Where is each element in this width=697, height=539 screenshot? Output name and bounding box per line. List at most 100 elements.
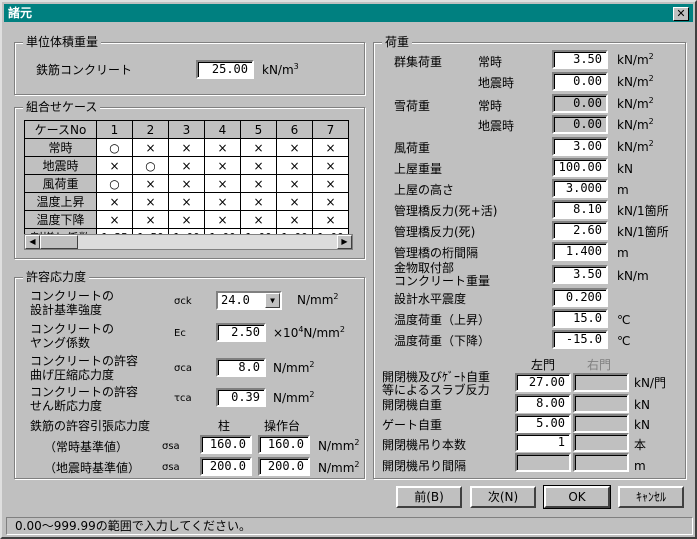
seismic-input[interactable]: 0.200 <box>552 288 608 307</box>
combo-cell[interactable]: × <box>204 210 241 229</box>
snow-eq-input[interactable]: 0.00 <box>552 115 608 134</box>
combo-cell[interactable]: ○ <box>96 138 133 157</box>
rc-weight-input[interactable]: 25.00 <box>196 60 254 79</box>
combo-cell[interactable]: × <box>312 192 349 211</box>
sca-input[interactable]: 8.0 <box>216 358 266 377</box>
bridge-rx-dead-input[interactable]: 2.60 <box>552 221 608 240</box>
combo-cell[interactable]: × <box>132 192 169 211</box>
allowable-stress-title: 許容応力度 <box>23 270 90 284</box>
hoist-count-unit: 本 <box>634 438 647 452</box>
combo-cell[interactable]: × <box>240 138 277 157</box>
combo-hscrollbar[interactable]: ◀ ▶ <box>24 234 353 250</box>
eq-col-input[interactable]: 200.0 <box>200 457 252 476</box>
combo-cell[interactable]: × <box>204 138 241 157</box>
fitting-input[interactable]: 3.50 <box>552 265 608 284</box>
snow-eq-label: 地震時 <box>478 119 515 133</box>
combo-row: 温度上昇 × × × × × × × <box>24 192 349 211</box>
combo-cell[interactable]: × <box>240 174 277 193</box>
chevron-down-icon[interactable]: ▼ <box>265 293 280 308</box>
ec-label-1: コンクリートの <box>30 322 115 336</box>
fck-select[interactable]: 24.0 ▼ <box>216 291 282 310</box>
snow-normal-label: 常時 <box>478 99 503 113</box>
eq-deck-input[interactable]: 200.0 <box>258 457 310 476</box>
cancel-button[interactable]: ｷｬﾝｾﾙ <box>618 486 684 508</box>
slab-left-input[interactable]: 27.00 <box>515 373 571 392</box>
steel-label: 鉄筋の許容引張応力度 <box>30 419 151 433</box>
combo-cell[interactable]: × <box>132 210 169 229</box>
combo-cell[interactable]: × <box>168 210 205 229</box>
combo-cell[interactable]: × <box>168 138 205 157</box>
hoist-weight-left-input[interactable]: 8.00 <box>515 394 571 413</box>
combo-cell[interactable]: × <box>312 174 349 193</box>
combo-cell[interactable]: × <box>276 210 313 229</box>
girder-spacing-unit: m <box>617 246 629 260</box>
combo-cell[interactable]: × <box>276 138 313 157</box>
tca-input[interactable]: 0.39 <box>216 388 266 407</box>
prev-button[interactable]: 前(B) <box>396 486 462 508</box>
upper-weight-input[interactable]: 100.00 <box>552 158 608 177</box>
upper-height-label: 上屋の高さ <box>394 183 455 197</box>
crowd-eq-input[interactable]: 0.00 <box>552 72 608 91</box>
hoist-count-right-input[interactable] <box>573 433 629 452</box>
gate-weight-left-input[interactable]: 5.00 <box>515 414 571 433</box>
wind-input[interactable]: 3.00 <box>552 137 608 156</box>
fitting-label-1: 金物取付部 <box>394 261 455 275</box>
scroll-right-icon[interactable]: ▶ <box>337 235 352 249</box>
bridge-rx-live-input[interactable]: 8.10 <box>552 200 608 219</box>
wind-label: 風荷重 <box>394 141 431 155</box>
combo-cell[interactable]: × <box>204 174 241 193</box>
upper-height-input[interactable]: 3.000 <box>552 179 608 198</box>
hoist-count-left-input[interactable]: 1 <box>515 433 571 452</box>
combo-cell[interactable]: × <box>276 174 313 193</box>
window-title: 諸元 <box>8 6 33 20</box>
dialog-window: 諸元 ✕ 単位体積重量 鉄筋コンクリート 25.00 kN/m3 組合せケース … <box>0 0 697 539</box>
combo-header-cell: 3 <box>168 120 205 139</box>
temp-up-input[interactable]: 15.0 <box>552 309 608 328</box>
hoist-spacing-left-input[interactable] <box>515 453 571 472</box>
combo-cell[interactable]: × <box>312 210 349 229</box>
combo-cell[interactable]: × <box>240 192 277 211</box>
hoist-weight-right-input[interactable] <box>573 394 629 413</box>
temp-down-input[interactable]: -15.0 <box>552 330 608 349</box>
crowd-normal-input[interactable]: 3.50 <box>552 50 608 69</box>
normal-col-input[interactable]: 160.0 <box>200 435 252 454</box>
combo-cell[interactable]: × <box>204 192 241 211</box>
combo-cell[interactable]: × <box>276 156 313 175</box>
combo-cell[interactable]: × <box>132 138 169 157</box>
combo-cell[interactable]: ○ <box>132 156 169 175</box>
combo-cell[interactable]: × <box>240 156 277 175</box>
close-icon[interactable]: ✕ <box>673 7 689 21</box>
combo-case-table: ケースNo 1 2 3 4 5 6 7 常時 ○ × × × × × × 地震時 × ○ × × × × × 風… <box>24 120 349 247</box>
hoist-spacing-label: 開閉機吊り間隔 <box>382 459 467 473</box>
gate-weight-label: ゲート自重 <box>382 418 443 432</box>
combo-cell[interactable]: × <box>168 156 205 175</box>
snow-normal-unit: kN/m2 <box>617 96 654 112</box>
girder-spacing-input[interactable]: 1.400 <box>552 242 608 261</box>
gate-right-header: 右門 <box>587 358 612 372</box>
gate-weight-right-input[interactable] <box>573 414 629 433</box>
combo-cell[interactable]: × <box>276 192 313 211</box>
hoist-spacing-right-input[interactable] <box>573 453 629 472</box>
combo-cell[interactable]: × <box>312 156 349 175</box>
snow-eq-unit: kN/m2 <box>617 117 654 133</box>
scroll-thumb[interactable] <box>40 235 78 249</box>
combo-cell[interactable]: × <box>312 138 349 157</box>
next-button[interactable]: 次(N) <box>470 486 536 508</box>
combo-cell[interactable]: ○ <box>96 174 133 193</box>
upper-weight-label: 上屋重量 <box>394 162 443 176</box>
combo-cell[interactable]: × <box>168 192 205 211</box>
snow-normal-input[interactable]: 0.00 <box>552 94 608 113</box>
slab-right-input[interactable] <box>573 373 629 392</box>
combo-cell[interactable]: × <box>204 156 241 175</box>
scroll-left-icon[interactable]: ◀ <box>25 235 40 249</box>
normal-deck-input[interactable]: 160.0 <box>258 435 310 454</box>
ec-input[interactable]: 2.50 <box>216 323 266 342</box>
combo-cell[interactable]: × <box>96 210 133 229</box>
combo-cell[interactable]: × <box>132 174 169 193</box>
combo-cell[interactable]: × <box>168 174 205 193</box>
ok-button[interactable]: OK <box>544 486 610 508</box>
combo-cell[interactable]: × <box>96 192 133 211</box>
combo-cell[interactable]: × <box>240 210 277 229</box>
girder-spacing-label: 管理橋の桁間隔 <box>394 246 479 260</box>
combo-cell[interactable]: × <box>96 156 133 175</box>
